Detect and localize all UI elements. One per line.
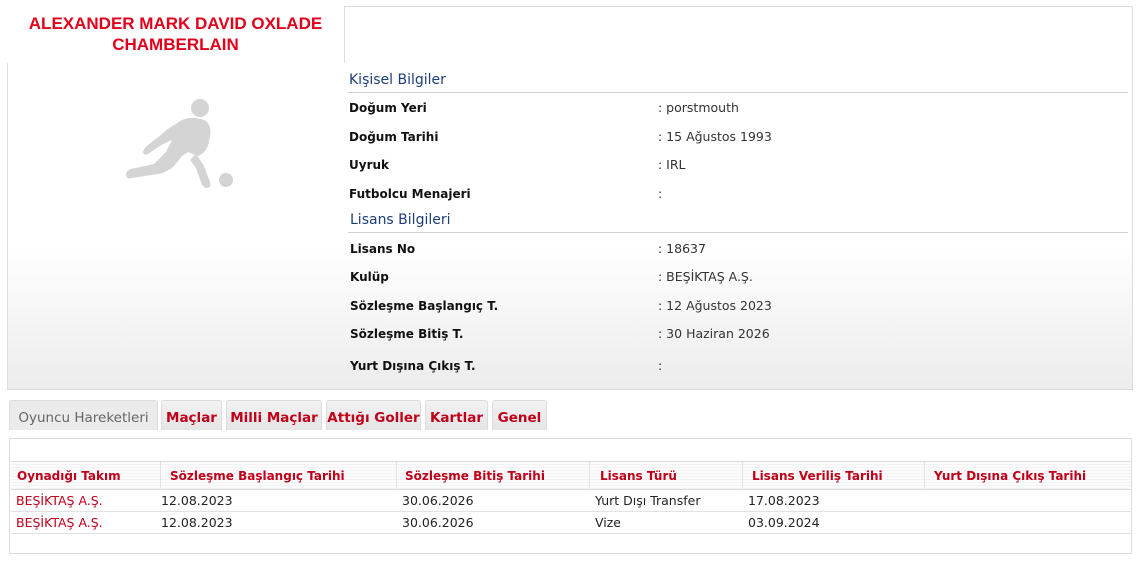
column-header-license-date[interactable]: Lisans Veriliş Tarihi xyxy=(743,462,925,490)
cell-license-date: 17.08.2023 xyxy=(748,493,820,508)
tab-national-matches[interactable]: Milli Maçlar xyxy=(226,400,322,430)
info-label: Sözleşme Başlangıç T. xyxy=(350,299,499,313)
cell-license-type: Vize xyxy=(595,515,622,530)
info-row-contract-start: Sözleşme Başlangıç T. : 12 Ağustos 2023 xyxy=(348,296,1128,316)
column-header-team[interactable]: Oynadığı Takım xyxy=(11,462,161,490)
info-label: Futbolcu Menajeri xyxy=(349,187,471,201)
tab-matches[interactable]: Maçlar xyxy=(161,400,222,430)
info-row-agent: Futbolcu Menajeri : xyxy=(348,184,1128,204)
tab-player-movements[interactable]: Oyuncu Hareketleri xyxy=(9,400,158,430)
table-header: Oynadığı Takım Sözleşme Başlangıç Tarihi… xyxy=(11,461,1131,490)
player-name-header: ALEXANDER MARK DAVID OXLADE CHAMBERLAIN xyxy=(7,6,345,63)
cell-contract-end: 30.06.2026 xyxy=(402,493,474,508)
info-value: : 12 Ağustos 2023 xyxy=(658,298,772,313)
info-label: Sözleşme Bitiş T. xyxy=(350,327,464,341)
column-header-contract-start[interactable]: Sözleşme Başlangıç Tarihi xyxy=(161,462,397,490)
tab-general[interactable]: Genel xyxy=(492,400,547,430)
movements-table: Oynadığı Takım Sözleşme Başlangıç Tarihi… xyxy=(11,461,1131,534)
info-value: : IRL xyxy=(658,157,686,172)
info-value: : xyxy=(658,186,663,201)
cell-license-date: 03.09.2024 xyxy=(748,515,820,530)
player-silhouette-icon xyxy=(118,96,238,196)
movements-panel: Oynadığı Takım Sözleşme Başlangıç Tarihi… xyxy=(9,438,1132,554)
cell-license-type: Yurt Dışı Transfer xyxy=(595,493,701,508)
column-header-license-type[interactable]: Lisans Türü xyxy=(590,462,743,490)
table-row: BEŞİKTAŞ A.Ş. 12.08.2023 30.06.2026 Yurt… xyxy=(11,490,1131,512)
info-row-birthdate: Doğum Tarihi : 15 Ağustos 1993 xyxy=(348,127,1128,147)
info-row-birthplace: Doğum Yeri : porstmouth xyxy=(348,98,1128,118)
info-label: Doğum Tarihi xyxy=(349,130,439,144)
info-value: : 15 Ağustos 1993 xyxy=(658,129,772,144)
player-name-line2: CHAMBERLAIN xyxy=(112,35,239,54)
info-label: Kulüp xyxy=(350,270,389,284)
info-row-nationality: Uyruk : IRL xyxy=(348,155,1128,175)
info-value: : 18637 xyxy=(658,241,706,256)
cell-team: BEŞİKTAŞ A.Ş. xyxy=(16,493,103,508)
info-label: Yurt Dışına Çıkış T. xyxy=(350,359,476,373)
info-value: : 30 Haziran 2026 xyxy=(658,326,770,341)
cell-team: BEŞİKTAŞ A.Ş. xyxy=(16,515,103,530)
info-value: : BEŞİKTAŞ A.Ş. xyxy=(658,269,753,284)
tab-goals[interactable]: Attığı Goller xyxy=(326,400,421,430)
license-info-title: Lisans Bilgileri xyxy=(348,209,1128,233)
cell-contract-start: 12.08.2023 xyxy=(161,515,233,530)
info-label: Doğum Yeri xyxy=(349,101,427,115)
info-value: : xyxy=(658,358,663,373)
table-row: BEŞİKTAŞ A.Ş. 12.08.2023 30.06.2026 Vize… xyxy=(11,512,1131,534)
info-label: Lisans No xyxy=(350,242,416,256)
info-row-license-no: Lisans No : 18637 xyxy=(348,239,1128,259)
column-header-contract-end[interactable]: Sözleşme Bitiş Tarihi xyxy=(397,462,590,490)
info-value: : porstmouth xyxy=(658,100,739,115)
cell-contract-end: 30.06.2026 xyxy=(402,515,474,530)
info-label: Uyruk xyxy=(349,158,390,172)
info-row-abroad-exit: Yurt Dışına Çıkış T. : xyxy=(348,356,1128,376)
info-row-club: Kulüp : BEŞİKTAŞ A.Ş. xyxy=(348,267,1128,287)
column-header-abroad-exit[interactable]: Yurt Dışına Çıkış Tarihi xyxy=(925,462,1131,490)
personal-info-title: Kişisel Bilgiler xyxy=(348,69,1128,93)
tab-cards[interactable]: Kartlar xyxy=(425,400,488,430)
cell-contract-start: 12.08.2023 xyxy=(161,493,233,508)
player-name-line1: ALEXANDER MARK DAVID OXLADE xyxy=(28,14,323,33)
info-row-contract-end: Sözleşme Bitiş T. : 30 Haziran 2026 xyxy=(348,324,1128,344)
